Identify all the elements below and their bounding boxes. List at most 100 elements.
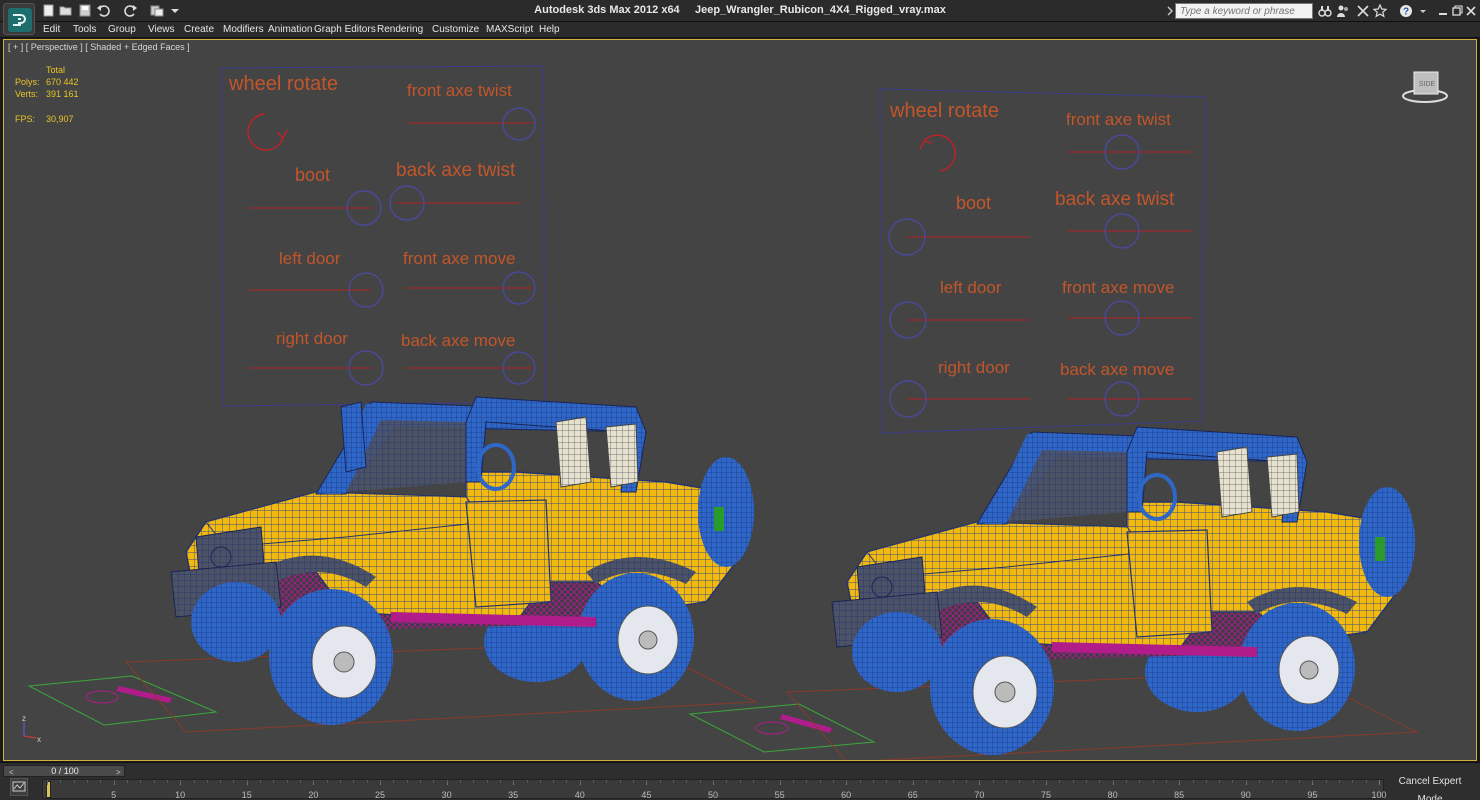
trackbar-minor-tick [1059,780,1061,783]
trackbar-minor-tick [899,780,901,783]
trackbar-minor-tick [752,780,754,783]
trackbar-minor-tick [313,780,315,783]
trackbar-minor-tick [1325,780,1327,783]
scene-canvas[interactable]: wheel rotate front axe twist boot back a… [4,40,1477,761]
trackbar-minor-tick [606,780,608,783]
rig-control-panel-left[interactable]: wheel rotate front axe twist boot back a… [220,65,546,407]
trackbar-minor-tick [1205,780,1207,783]
restore-icon[interactable] [1450,4,1464,18]
ground-control-right[interactable] [688,703,876,753]
save-icon[interactable] [78,4,92,17]
trackbar-minor-tick [433,780,435,783]
trackbar-minor-tick [100,780,102,783]
trackbar-minor-tick [246,780,248,783]
front-axe-twist-handle[interactable] [502,107,536,141]
search-expand-icon[interactable] [1166,6,1174,16]
star-icon[interactable] [1373,4,1387,18]
trackbar-minor-tick [619,780,621,783]
rig-control-panel-right[interactable]: wheel rotate front axe twist boot back a… [879,88,1206,434]
time-slider[interactable]: < 0 / 100 > [3,765,125,777]
trackbar-minor-tick [593,780,595,783]
jeep-model-right[interactable] [785,425,1419,761]
trackbar-tick-label: 100 [1371,790,1387,800]
trackbar[interactable]: 5 10 15 20 25 30 35 40 45 50 55 60 65 70 75 80 85 90 95 100 [42,779,1387,800]
jeep-model-left[interactable] [124,395,758,734]
menu-modifiers[interactable]: Modifiers [223,24,264,35]
people-icon[interactable] [1336,4,1350,18]
trackbar-minor-tick [806,780,808,783]
trackbar-minor-tick [166,780,168,783]
open-icon[interactable] [59,4,73,17]
menu-edit[interactable]: Edit [43,24,60,35]
dropdown-icon[interactable] [168,4,182,17]
slider-next-icon[interactable]: > [116,768,124,777]
stats-polys-value: 670 442 [46,77,79,87]
trackbar-minor-tick [846,780,848,783]
trackbar-tick-label: 65 [907,790,918,800]
menu-create[interactable]: Create [184,24,214,35]
trackbar-minor-tick [726,780,728,783]
menu-graph-editors[interactable]: Graph Editors [314,24,376,35]
trackbar-tick-label: 75 [1040,790,1052,800]
wheel-rotate-handle[interactable] [247,113,288,151]
app-menu-button[interactable] [3,3,35,35]
file-name: Jeep_Wrangler_Rubicon_4X4_Rigged_vray.ma… [694,4,946,16]
minimize-icon[interactable] [1436,4,1450,18]
trackbar-tick-label: 30 [441,790,452,800]
trackbar-minor-tick [1032,780,1034,783]
menu-views[interactable]: Views [148,24,175,35]
menu-help[interactable]: Help [539,24,560,35]
trackbar-minor-tick [473,780,475,783]
menu-group[interactable]: Group [108,24,136,35]
menu-animation[interactable]: Animation [268,24,312,35]
menu-customize[interactable]: Customize [432,24,479,35]
viewport-label-menu[interactable]: [ + ] [ Perspective ] [ Shaded + Edged F… [8,42,190,52]
new-icon[interactable] [42,4,56,17]
menu-tools[interactable]: Tools [73,24,96,35]
trackbar-minor-tick [886,780,888,783]
project-icon[interactable] [150,4,164,17]
help-icon[interactable]: ? [1399,4,1413,18]
mini-curve-editor-icon[interactable] [10,778,28,796]
perspective-viewport[interactable]: wheel rotate front axe twist boot back a… [3,39,1477,761]
trackbar-tick-label: 50 [707,790,719,800]
menu-rendering[interactable]: Rendering [377,24,423,35]
trackbar-minor-tick [872,780,874,783]
trackbar-minor-tick [579,780,581,783]
trackbar-minor-tick [1259,780,1261,783]
trackbar-minor-tick [126,780,128,783]
close-icon[interactable] [1464,4,1478,18]
viewcube[interactable]: SIDE [1400,66,1450,106]
wheel-rotate-handle[interactable] [919,134,956,172]
trackbar-minor-tick [220,780,222,783]
trackbar-tick-label: 80 [1107,790,1118,800]
search-input[interactable] [1175,3,1313,19]
time-slider-label: 0 / 100 [51,766,79,776]
app-name: Autodesk 3ds Max 2012 x64 [534,4,680,16]
binoculars-icon[interactable] [1318,4,1332,18]
trackbar-minor-tick [992,780,994,783]
help-dropdown-icon[interactable] [1416,4,1430,18]
rig-label-left-door: left door [279,249,341,268]
trackbar-minor-tick [1245,780,1247,783]
trackbar-minor-tick [353,780,355,783]
stats-fps-value: 30,907 [46,114,74,124]
redo-icon[interactable] [124,4,138,17]
exchange-icon[interactable] [1356,4,1370,18]
trackbar-tick-label: 45 [641,790,652,800]
trackbar-tick-label: 20 [308,790,319,800]
trackbar-minor-tick [1299,780,1301,783]
trackbar-minor-tick [539,780,541,783]
cancel-expert-mode-button[interactable]: Cancel Expert Mode [1386,773,1474,800]
trackbar-minor-tick [1006,780,1008,783]
trackbar-minor-tick [1072,780,1074,783]
ground-control-left[interactable] [27,675,218,726]
undo-icon[interactable] [96,4,110,17]
menu-maxscript[interactable]: MAXScript [486,24,533,35]
trackbar-minor-tick [273,780,275,783]
trackbar-minor-tick [1046,780,1047,783]
trackbar-minor-tick [979,780,981,783]
trackbar-minor-tick [1365,780,1367,783]
trackbar-minor-tick [206,780,208,783]
trackbar-minor-tick [300,780,302,783]
